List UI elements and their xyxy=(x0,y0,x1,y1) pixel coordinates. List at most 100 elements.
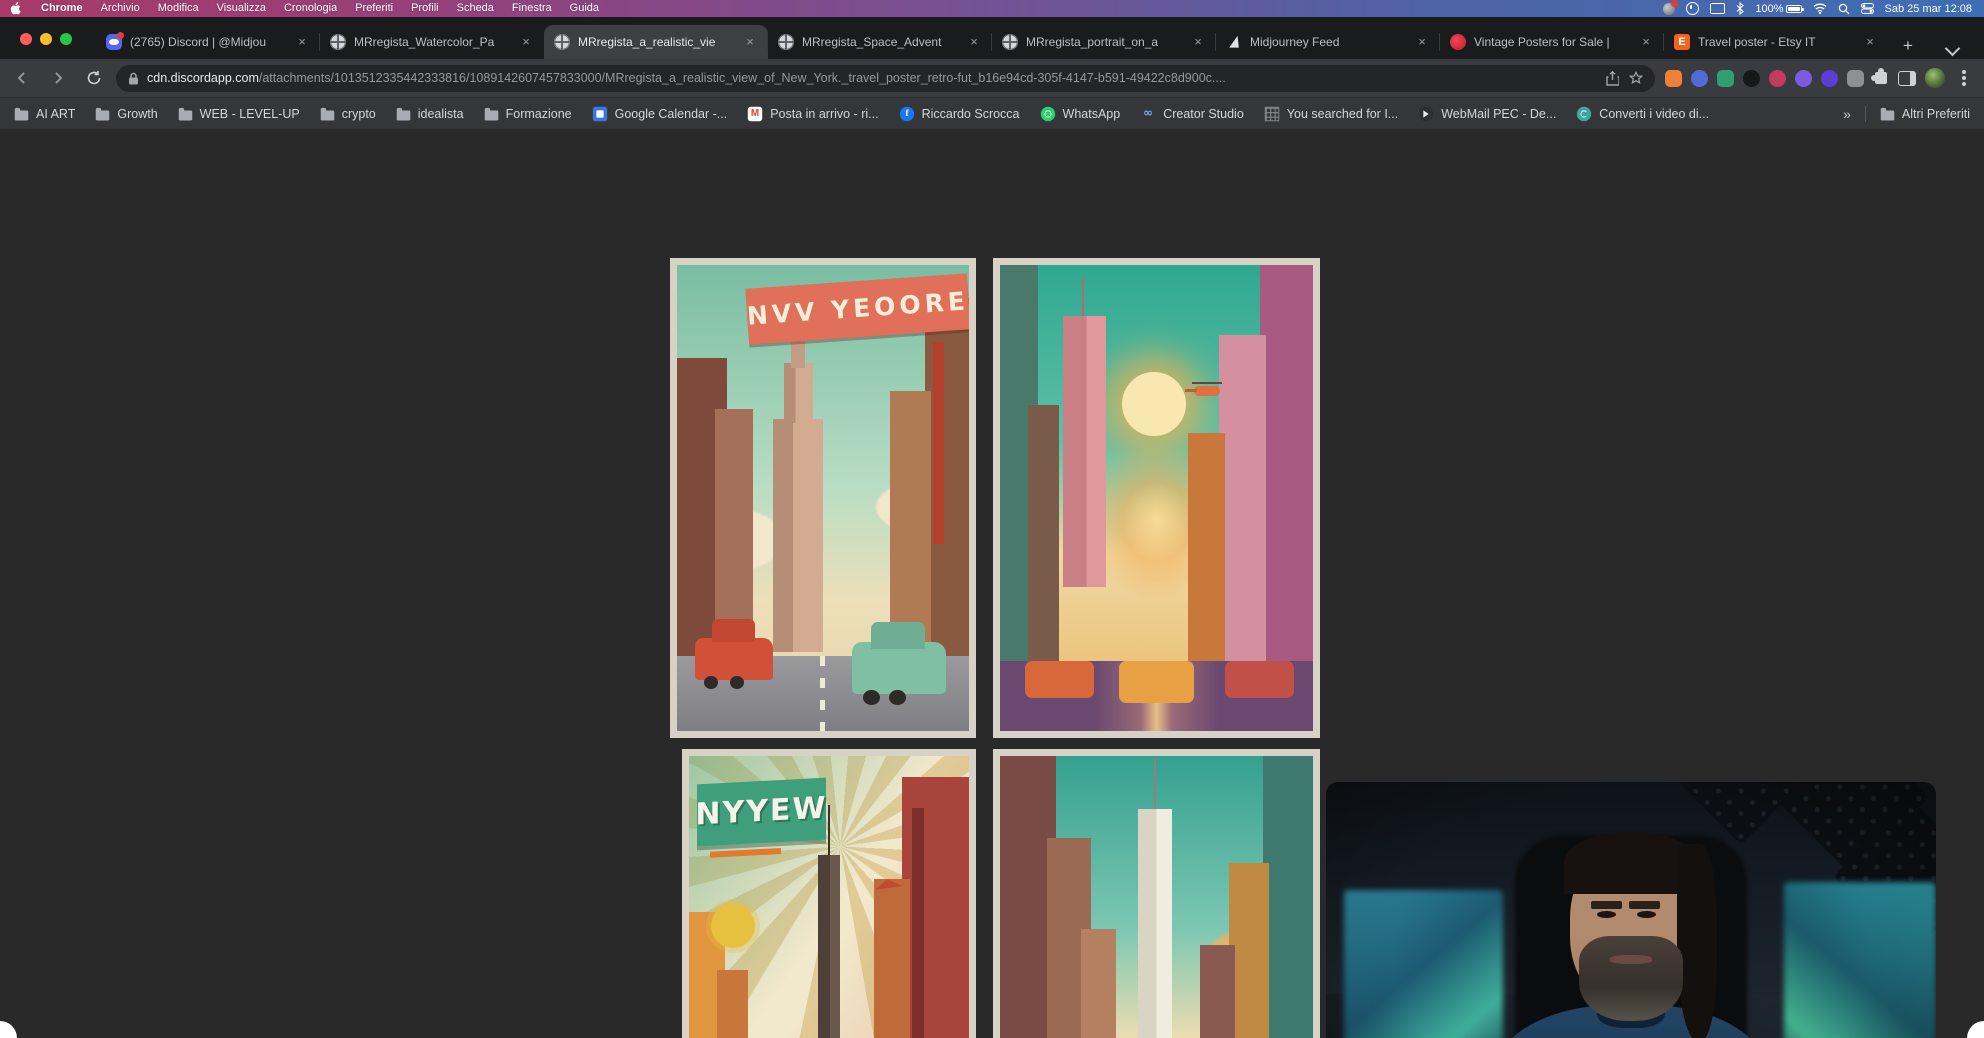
menubar-item-chrome[interactable]: Chrome xyxy=(32,0,92,17)
whatsapp-icon xyxy=(1040,107,1054,121)
minimize-window-button[interactable] xyxy=(40,33,52,45)
browser-tab-strip: (2765) Discord | @Midjou×MRregista_Water… xyxy=(0,17,1984,59)
new-tab-button[interactable]: + xyxy=(1896,35,1920,59)
bookmark-label: idealista xyxy=(418,107,464,121)
shield-app-icon[interactable] xyxy=(1686,2,1699,15)
browser-tab-mrregista-portrait-on-a[interactable]: MRregista_portrait_on_a× xyxy=(992,25,1216,59)
back-button[interactable] xyxy=(8,64,36,92)
folder-icon xyxy=(397,111,411,121)
bookmark-webmail-pec-de[interactable]: WebMail PEC - De... xyxy=(1418,106,1556,122)
menubar-item-preferiti[interactable]: Preferiti xyxy=(346,0,402,17)
forward-button[interactable] xyxy=(44,64,72,92)
dark-circle-extension-icon[interactable] xyxy=(1743,70,1760,87)
bookmark-crypto[interactable]: crypto xyxy=(320,107,376,121)
browser-tab-travel-poster-etsy-it[interactable]: Travel poster - Etsy IT× xyxy=(1664,25,1888,59)
browser-tab-mrregista-space-advent[interactable]: MRregista_Space_Advent × xyxy=(768,25,992,59)
bookmark-formazione[interactable]: Formazione xyxy=(484,107,572,121)
menubar-item-guida[interactable]: Guida xyxy=(561,0,608,17)
tab-close-icon[interactable]: × xyxy=(1862,34,1878,50)
menubar-item-modifica[interactable]: Modifica xyxy=(149,0,208,17)
battery-indicator[interactable]: 100% xyxy=(1755,3,1801,15)
menubar-item-cronologia[interactable]: Cronologia xyxy=(275,0,346,17)
menubar-item-archivio[interactable]: Archivio xyxy=(92,0,149,17)
battery-icon xyxy=(1786,5,1802,13)
blue-swirl-extension-icon[interactable] xyxy=(1691,70,1708,87)
bookmark-star-icon[interactable] xyxy=(1629,71,1643,85)
bookmark-web-level-up[interactable]: WEB - LEVEL-UP xyxy=(178,107,300,121)
poster-bottom-left-newyork-sunburst: NYYEW xyxy=(682,749,976,1038)
reload-button[interactable] xyxy=(80,64,108,92)
tab-close-icon[interactable]: × xyxy=(966,34,982,50)
bookmark-label: Creator Studio xyxy=(1163,107,1244,121)
tab-search-chevron-icon[interactable] xyxy=(1945,41,1961,57)
chrome-menu-kebab-icon[interactable] xyxy=(1962,76,1966,80)
wifi-icon[interactable] xyxy=(1813,3,1827,14)
profile-avatar[interactable] xyxy=(1925,68,1945,88)
extensions-area xyxy=(1665,68,1984,88)
tab-title: MRregista_Space_Advent xyxy=(802,35,958,49)
bookmarks-overflow-chevron[interactable]: » xyxy=(1843,106,1851,122)
folder-icon xyxy=(1881,111,1895,121)
bookmark-posta-in-arrivo-ri[interactable]: Posta in arrivo - ri... xyxy=(747,106,878,122)
bookmark-growth[interactable]: Growth xyxy=(95,107,157,121)
browser-tab-mrregista-a-realistic-vie[interactable]: MRregista_a_realistic_vie× xyxy=(544,25,768,59)
metamask-extension-icon[interactable] xyxy=(1665,70,1682,87)
share-icon[interactable] xyxy=(1606,71,1619,86)
gray-grid-extension-icon[interactable] xyxy=(1847,70,1864,87)
tab-close-icon[interactable]: × xyxy=(518,34,534,50)
browser-tab-2765-discord-midjou[interactable]: (2765) Discord | @Midjou× xyxy=(96,25,320,59)
menubar-clock[interactable]: Sab 25 mar 12:08 xyxy=(1885,3,1972,15)
close-window-button[interactable] xyxy=(20,33,32,45)
browser-tab-midjourney-feed[interactable]: Midjourney Feed× xyxy=(1216,25,1440,59)
purple-blob-extension-icon[interactable] xyxy=(1821,70,1838,87)
globe-favicon-icon xyxy=(1002,34,1018,50)
browser-tab-mrregista-watercolor-pa[interactable]: MRregista_Watercolor_Pa× xyxy=(320,25,544,59)
address-bar[interactable]: cdn.discordapp.com /attachments/10135123… xyxy=(116,65,1655,92)
bookmark-riccardo-scrocca[interactable]: Riccardo Scrocca xyxy=(899,106,1020,122)
menubar-item-finestra[interactable]: Finestra xyxy=(503,0,561,17)
window-controls xyxy=(20,33,72,45)
updates-app-icon[interactable] xyxy=(1663,3,1675,15)
spotlight-search-icon[interactable] xyxy=(1838,3,1850,15)
tab-close-icon[interactable]: × xyxy=(1414,34,1430,50)
bookmark-label: WebMail PEC - De... xyxy=(1441,107,1556,121)
poster-title-text: NYYEW xyxy=(696,793,828,830)
side-panel-icon[interactable] xyxy=(1898,71,1916,86)
tab-list: (2765) Discord | @Midjou×MRregista_Water… xyxy=(96,25,1888,59)
discord-favicon-icon xyxy=(106,34,122,50)
bookmark-idealista[interactable]: idealista xyxy=(396,107,464,121)
midjourney-image-grid[interactable]: NVV YEOORE xyxy=(670,258,1320,1038)
display-icon[interactable] xyxy=(1710,3,1725,14)
green-n-extension-icon[interactable] xyxy=(1717,70,1734,87)
bookmark-google-calendar[interactable]: Google Calendar -... xyxy=(592,106,728,122)
convert-icon xyxy=(1577,107,1591,121)
bookmark-ai-art[interactable]: AI ART xyxy=(14,107,75,121)
menubar-item-scheda[interactable]: Scheda xyxy=(448,0,503,17)
tab-close-icon[interactable]: × xyxy=(294,34,310,50)
folder-icon xyxy=(178,111,192,121)
tab-close-icon[interactable]: × xyxy=(742,34,758,50)
building xyxy=(717,970,748,1038)
grid-icon xyxy=(1265,107,1279,121)
bookmark-you-searched-for-i[interactable]: You searched for I... xyxy=(1264,106,1398,122)
purple-circle-extension-icon[interactable] xyxy=(1795,70,1812,87)
car xyxy=(1119,661,1194,703)
apple-menu-icon[interactable] xyxy=(10,2,32,15)
menubar-item-visualizza[interactable]: Visualizza xyxy=(208,0,275,17)
extensions-puzzle-icon[interactable] xyxy=(1875,72,1887,84)
zoom-window-button[interactable] xyxy=(60,33,72,45)
bookmark-converti-i-video-di[interactable]: Converti i video di... xyxy=(1576,106,1709,122)
control-center-icon[interactable] xyxy=(1861,3,1874,14)
browser-tab-vintage-posters-for-sale[interactable]: Vintage Posters for Sale |× xyxy=(1440,25,1664,59)
car xyxy=(1225,661,1294,698)
pink-key-extension-icon[interactable] xyxy=(1769,70,1786,87)
other-bookmarks-folder[interactable]: Altri Preferiti xyxy=(1880,107,1970,121)
bookmark-creator-studio[interactable]: Creator Studio xyxy=(1140,106,1244,122)
menubar-item-profili[interactable]: Profili xyxy=(402,0,448,17)
bookmark-label: Posta in arrivo - ri... xyxy=(770,107,878,121)
bookmark-whatsapp[interactable]: WhatsApp xyxy=(1040,106,1121,122)
bluetooth-icon[interactable] xyxy=(1736,2,1744,15)
tab-close-icon[interactable]: × xyxy=(1190,34,1206,50)
tab-close-icon[interactable]: × xyxy=(1638,34,1654,50)
bookmarks-bar: AI ART Growth WEB - LEVEL-UP crypto idealist… xyxy=(0,97,1984,130)
